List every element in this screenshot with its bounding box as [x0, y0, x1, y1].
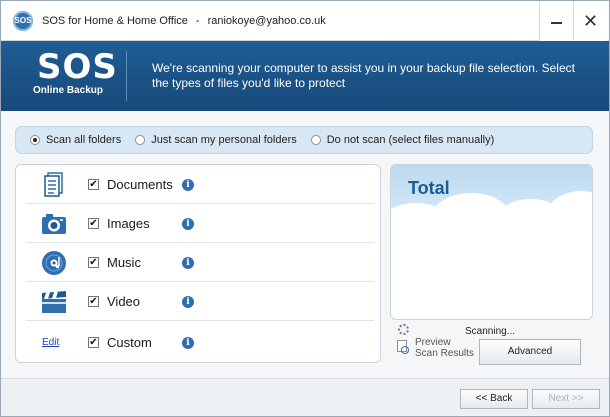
minimize-button[interactable]	[539, 1, 573, 41]
video-label: Video	[107, 294, 141, 309]
app-name: SOS for Home & Home Office	[42, 15, 188, 27]
account-email: raniokoye@yahoo.co.uk	[207, 15, 326, 27]
music-info-icon[interactable]: i	[182, 257, 194, 269]
banner-divider	[126, 51, 127, 101]
scan-personal-label: Just scan my personal folders	[151, 134, 297, 146]
scan-all-radio[interactable]	[30, 135, 40, 145]
scan-status: Scanning...	[465, 326, 516, 337]
scan-personal-option[interactable]: Just scan my personal folders	[135, 134, 297, 146]
scan-options: Scan all folders Just scan my personal f…	[15, 126, 593, 154]
images-label: Images	[107, 216, 150, 231]
title-separator: -	[195, 15, 200, 27]
window-title: SOS for Home & Home Office - raniokoye@yah…	[42, 15, 326, 27]
images-info-icon[interactable]: i	[182, 218, 194, 230]
file-type-music: ✔ Music i	[26, 243, 374, 282]
documents-icon	[44, 172, 63, 197]
file-type-documents: ✔ Documents i	[26, 165, 374, 204]
file-type-images: ✔ Images i	[26, 204, 374, 243]
title-bar: SOS SOS for Home & Home Office - raniokoye…	[1, 1, 609, 41]
backup-window: SOS SOS for Home & Home Office - raniokoye…	[0, 0, 610, 417]
scan-personal-radio[interactable]	[135, 135, 146, 145]
video-info-icon[interactable]: i	[182, 296, 194, 308]
no-scan-radio[interactable]	[310, 135, 321, 145]
close-icon: ✕	[582, 11, 599, 31]
file-type-custom: Edit ✔ Custom i	[26, 323, 374, 362]
header-banner: SOS Online Backup We're scanning your co…	[1, 41, 609, 111]
video-checkbox[interactable]: ✔	[88, 296, 99, 307]
footer-bar: << Back Next >>	[1, 378, 609, 416]
preview-document-icon	[397, 340, 409, 354]
logo-title: SOS	[37, 47, 118, 87]
next-button[interactable]: Next >>	[532, 389, 600, 409]
back-button[interactable]: << Back	[460, 389, 528, 409]
total-panel: Total	[390, 164, 593, 320]
sos-logo: SOS Online Backup	[29, 47, 119, 105]
images-checkbox[interactable]: ✔	[88, 218, 99, 229]
preview-scan-results-link[interactable]: Preview Scan Results	[415, 337, 475, 359]
camera-icon	[42, 214, 66, 234]
music-disc-icon	[42, 251, 66, 275]
minimize-icon	[551, 22, 562, 24]
scan-all-option[interactable]: Scan all folders	[30, 134, 121, 146]
close-button[interactable]: ✕	[573, 1, 607, 41]
loading-spinner-icon	[398, 324, 409, 335]
total-title: Total	[408, 178, 450, 198]
documents-info-icon[interactable]: i	[182, 179, 194, 191]
custom-checkbox[interactable]: ✔	[88, 337, 99, 348]
documents-checkbox[interactable]: ✔	[88, 179, 99, 190]
music-checkbox[interactable]: ✔	[88, 257, 99, 268]
no-scan-option[interactable]: Do not scan (select files manually)	[310, 134, 495, 146]
documents-label: Documents	[107, 177, 173, 192]
custom-label: Custom	[107, 335, 152, 350]
scan-all-label: Scan all folders	[46, 134, 122, 146]
app-logo-icon: SOS	[13, 11, 33, 31]
file-type-list: ✔ Documents i ✔ Images i ✔ Music i ✔ Vid…	[15, 164, 381, 363]
file-type-video: ✔ Video i	[26, 282, 374, 321]
no-scan-label: Do not scan (select files manually)	[326, 134, 495, 146]
custom-edit-link[interactable]: Edit	[42, 337, 59, 348]
music-label: Music	[107, 255, 141, 270]
advanced-button[interactable]: Advanced	[479, 339, 581, 365]
clapperboard-icon	[42, 291, 66, 313]
custom-info-icon[interactable]: i	[182, 337, 194, 349]
logo-subtitle: Online Backup	[33, 85, 104, 96]
banner-message: We're scanning your computer to assist y…	[152, 61, 575, 90]
